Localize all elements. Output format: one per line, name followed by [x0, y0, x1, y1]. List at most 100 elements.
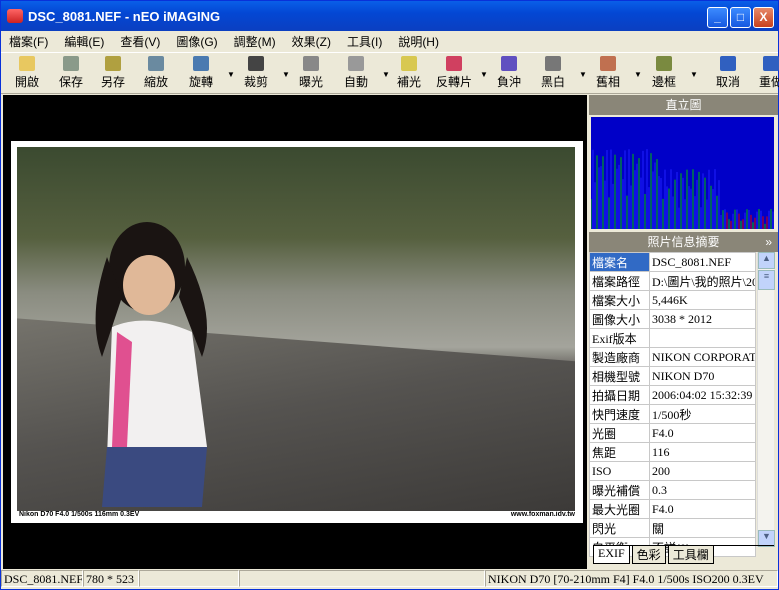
- table-row[interactable]: Exif版本: [589, 328, 756, 348]
- dropdown-arrow-icon[interactable]: ▼: [282, 70, 290, 79]
- toolbar-label: 開啟: [14, 75, 39, 89]
- folder-icon: [19, 56, 35, 71]
- toolbar-label: 縮放: [143, 75, 168, 89]
- table-row[interactable]: 製造廠商 NIKON CORPORATI: [589, 347, 756, 367]
- field-value: 0.3: [649, 480, 756, 500]
- histogram-chart: [591, 117, 774, 229]
- menu-item[interactable]: 編輯(E): [56, 33, 112, 50]
- dropdown-arrow-icon[interactable]: ▼: [480, 70, 488, 79]
- dropdown-arrow-icon[interactable]: ▼: [227, 70, 235, 79]
- auto-icon: [348, 56, 364, 71]
- toolbar-label: 負沖: [496, 75, 521, 89]
- toolbar-label: 反轉片: [435, 75, 472, 89]
- image-viewport[interactable]: Nikon D70 F4.0 1/500s 116mm 0.3EV www.fo…: [3, 95, 587, 569]
- field-value: 1/500秒: [649, 404, 756, 424]
- field-label: 最大光圈: [589, 499, 650, 519]
- table-row[interactable]: 圖像大小 3038 * 2012: [589, 309, 756, 329]
- table-row[interactable]: 焦距 116: [589, 442, 756, 462]
- table-row[interactable]: 檔案路徑 D:\圖片\我的照片\20: [589, 271, 756, 291]
- field-value: D:\圖片\我的照片\20: [649, 271, 756, 291]
- field-label: 曝光補償: [589, 480, 650, 500]
- fill-light-icon: [401, 56, 417, 71]
- field-label: 光圈: [589, 423, 650, 443]
- scroll-thumb[interactable]: ≡: [758, 270, 775, 290]
- toolbar-button[interactable]: 反轉片: [434, 56, 474, 90]
- table-row[interactable]: 檔案大小 5,446K: [589, 290, 756, 310]
- toolbar-label: 旋轉: [188, 75, 213, 89]
- toolbar-label: 取消: [715, 75, 740, 89]
- toolbar-button[interactable]: 裁剪: [236, 56, 276, 90]
- field-value: 116: [649, 442, 756, 462]
- menu-item[interactable]: 查看(V): [112, 33, 168, 50]
- toolbar-label: 裁剪: [243, 75, 268, 89]
- field-value: [649, 328, 756, 348]
- toolbar-button[interactable]: 自動: [336, 56, 376, 90]
- app-window: DSC_8081.NEF - nEO iMAGING _ □ X 檔案(F) 編輯…: [0, 0, 779, 590]
- window-title: DSC_8081.NEF - nEO iMAGING: [28, 8, 221, 24]
- table-row[interactable]: 檔案名 DSC_8081.NEF: [589, 252, 756, 272]
- table-row[interactable]: 快門速度 1/500秒: [589, 404, 756, 424]
- scroll-up-icon[interactable]: ▲: [758, 252, 775, 269]
- field-label: 製造廠商: [589, 347, 650, 367]
- toolbar-label: 另存: [100, 75, 125, 89]
- toolbar-button[interactable]: 黑白: [533, 56, 573, 90]
- resize-icon: [148, 56, 164, 71]
- minimize-button[interactable]: _: [707, 7, 728, 28]
- toolbar-button[interactable]: 縮放: [136, 56, 176, 90]
- table-row[interactable]: 光圈 F4.0: [589, 423, 756, 443]
- menu-item[interactable]: 檔案(F): [1, 33, 56, 50]
- table-row[interactable]: ISO 200: [589, 461, 756, 481]
- dropdown-arrow-icon[interactable]: ▼: [634, 70, 642, 79]
- dropdown-arrow-icon[interactable]: ▼: [690, 70, 698, 79]
- toolbar-button[interactable]: 旋轉: [181, 56, 221, 90]
- menu-item[interactable]: 工具(I): [339, 33, 390, 50]
- table-row[interactable]: 閃光關: [589, 518, 756, 538]
- title-bar: DSC_8081.NEF - nEO iMAGING _ □ X: [1, 1, 778, 31]
- crop-icon: [248, 56, 264, 71]
- status-field: [239, 570, 485, 587]
- scrollbar[interactable]: ▲ ≡ ▼: [757, 252, 775, 547]
- toolbar-button[interactable]: 保存: [51, 56, 91, 90]
- table-row[interactable]: 相機型號 NIKON D70: [589, 366, 756, 386]
- toolbar-button[interactable]: 取消: [708, 56, 748, 90]
- table-row[interactable]: 拍攝日期 2006:04:02 15:32:39: [589, 385, 756, 405]
- table-row[interactable]: 最大光圈 F4.0: [589, 499, 756, 519]
- field-value: NIKON D70: [649, 366, 756, 386]
- tab-0[interactable]: EXIF: [593, 546, 630, 564]
- exposure-icon: [303, 56, 319, 71]
- status-field: 780 * 523: [83, 570, 139, 587]
- maximize-button[interactable]: □: [730, 7, 751, 28]
- menu-item[interactable]: 效果(Z): [284, 33, 339, 50]
- toolbar-label: 舊相: [595, 75, 620, 89]
- field-value: 關: [649, 518, 756, 538]
- toolbar-button[interactable]: 舊相: [588, 56, 628, 90]
- toolbar-button[interactable]: 負沖: [489, 56, 529, 90]
- toolbar-button[interactable]: 補光: [389, 56, 429, 90]
- field-label: ISO: [589, 461, 650, 481]
- toolbar-label: 補光: [396, 75, 421, 89]
- app-icon: [7, 9, 23, 23]
- save-icon: [63, 56, 79, 71]
- tab-2[interactable]: 工具欄: [667, 546, 714, 564]
- field-label: 拍攝日期: [589, 385, 650, 405]
- dropdown-arrow-icon[interactable]: ▼: [579, 70, 587, 79]
- toolbar: 開啟 保存 另存 縮放 旋轉 ▼ 裁剪 ▼ 曝光 自動 ▼ 補光 反轉片 ▼ 負沖 黑白 ▼ 舊相 ▼ 邊框 ▼ 取消 重做: [1, 52, 779, 94]
- toolbar-button[interactable]: 曝光: [291, 56, 331, 90]
- toolbar-button[interactable]: 另存: [93, 56, 133, 90]
- menu-item[interactable]: 說明(H): [390, 33, 447, 50]
- toolbar-button[interactable]: 邊框: [644, 56, 684, 90]
- field-value: NIKON CORPORATI: [649, 347, 756, 367]
- collapse-icon[interactable]: »: [765, 232, 772, 252]
- toolbar-button[interactable]: 重做: [751, 56, 779, 90]
- close-button[interactable]: X: [753, 7, 774, 28]
- menu-item[interactable]: 調整(M): [226, 33, 284, 50]
- table-row[interactable]: 曝光補償 0.3: [589, 480, 756, 500]
- photo-frame: Nikon D70 F4.0 1/500s 116mm 0.3EV www.fo…: [11, 141, 583, 523]
- sepia-icon: [600, 56, 616, 71]
- toolbar-label: 黑白: [540, 75, 565, 89]
- menu-item[interactable]: 圖像(G): [168, 33, 225, 50]
- toolbar-button[interactable]: 開啟: [7, 56, 47, 90]
- toolbar-label: 保存: [58, 75, 83, 89]
- cross-process-icon: [501, 56, 517, 71]
- tab-1[interactable]: 色彩: [631, 546, 666, 564]
